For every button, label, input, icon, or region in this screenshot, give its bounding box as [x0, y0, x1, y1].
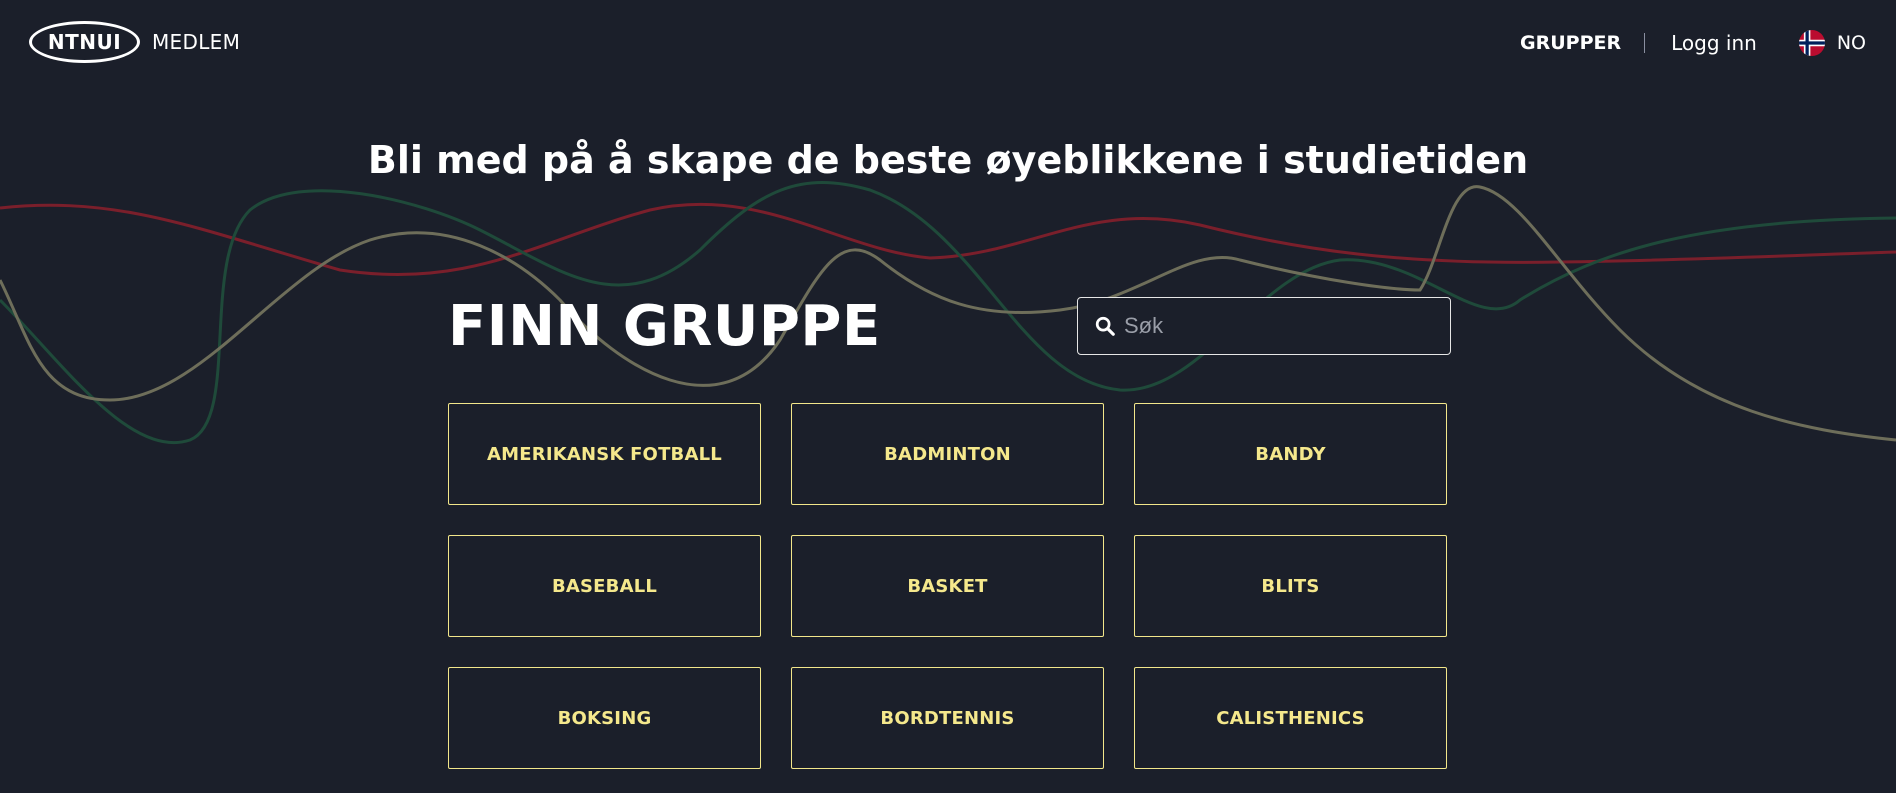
site-header: NTNUI MEDLEM GRUPPER Logg inn NO [0, 0, 1896, 86]
logo-subtitle: MEDLEM [152, 30, 241, 54]
group-label: BANDY [1255, 443, 1326, 465]
group-label: BLITS [1261, 575, 1320, 597]
group-card-boksing[interactable]: BOKSING [448, 667, 761, 769]
ntnui-logo[interactable]: NTNUI MEDLEM [29, 21, 240, 63]
group-card-baseball[interactable]: BASEBALL [448, 535, 761, 637]
group-label: BASEBALL [551, 575, 658, 597]
search-input[interactable] [1124, 306, 1434, 346]
logo-text: NTNUI [47, 30, 122, 54]
search-icon [1095, 316, 1115, 336]
group-card-basket[interactable]: BASKET [791, 535, 1104, 637]
group-card-bandy[interactable]: BANDY [1134, 403, 1447, 505]
main-nav: GRUPPER Logg inn NO [1520, 26, 1866, 60]
nav-link-groups[interactable]: GRUPPER [1520, 32, 1621, 54]
search-box[interactable] [1077, 297, 1451, 355]
group-card-blits[interactable]: BLITS [1134, 535, 1447, 637]
logo-oval: NTNUI [29, 21, 140, 63]
group-label: BASKET [907, 575, 988, 597]
group-card-badminton[interactable]: BADMINTON [791, 403, 1104, 505]
hero-title: Bli med på å skape de beste øyeblikkene … [367, 138, 1529, 182]
group-card-calisthenics[interactable]: CALISTHENICS [1134, 667, 1447, 769]
find-group-title: FINN GRUPPE [448, 294, 881, 359]
group-label: BADMINTON [884, 443, 1011, 465]
group-label: CALISTHENICS [1216, 707, 1365, 729]
group-card-bordtennis[interactable]: BORDTENNIS [791, 667, 1104, 769]
login-link[interactable]: Logg inn [1671, 31, 1757, 55]
group-label: BOKSING [557, 707, 652, 729]
group-label: AMERIKANSK FOTBALL [487, 443, 722, 465]
group-label: BORDTENNIS [880, 707, 1015, 729]
language-switcher[interactable]: NO [1798, 30, 1866, 56]
page: NTNUI MEDLEM GRUPPER Logg inn NO Bli med… [0, 0, 1896, 793]
group-card-amerikansk-fotball[interactable]: AMERIKANSK FOTBALL [448, 403, 761, 505]
group-grid: AMERIKANSK FOTBALL BADMINTON BANDY BASEB… [448, 403, 1448, 769]
nav-divider [1644, 33, 1646, 53]
language-label: NO [1836, 32, 1866, 54]
norway-flag-icon [1798, 30, 1825, 56]
